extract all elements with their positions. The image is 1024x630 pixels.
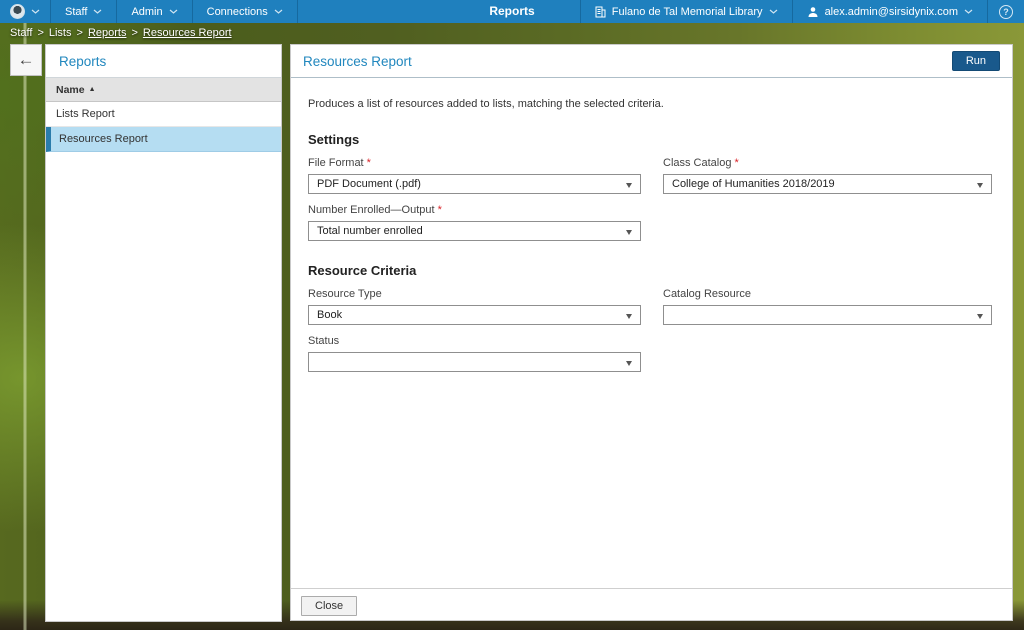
chevron-down-icon	[31, 9, 40, 14]
file-format-select[interactable]: PDF Document (.pdf)	[308, 174, 641, 194]
menu-staff[interactable]: Staff	[51, 0, 116, 23]
chevron-down-icon	[964, 9, 973, 14]
menu-admin-label: Admin	[131, 6, 162, 18]
settings-fields-row-2: Number Enrolled—Output* Total number enr…	[308, 194, 995, 241]
user-email: alex.admin@sirsidynix.com	[825, 6, 958, 18]
breadcrumb-item-staff[interactable]: Staff	[10, 27, 32, 39]
required-icon: *	[734, 157, 738, 169]
resource-criteria-fields-row-1: Resource Type Book Catalog Resource	[308, 278, 995, 325]
report-title: Resources Report	[303, 54, 412, 69]
dropdown-caret-icon	[977, 183, 983, 188]
chevron-down-icon	[169, 9, 178, 14]
breadcrumb-separator: >	[37, 27, 43, 39]
breadcrumb-item-reports[interactable]: Reports	[88, 27, 127, 39]
file-format-label: File Format*	[308, 157, 641, 169]
number-enrolled-output-select[interactable]: Total number enrolled	[308, 221, 641, 241]
status-label: Status	[308, 335, 641, 347]
status-field: Status	[308, 335, 641, 372]
sort-ascending-icon: ▲	[89, 86, 96, 93]
class-catalog-field: Class Catalog* College of Humanities 201…	[663, 157, 992, 194]
list-item-lists-report[interactable]: Lists Report	[46, 102, 281, 127]
breadcrumb-item-resources-report[interactable]: Resources Report	[143, 27, 232, 39]
chevron-down-icon	[93, 9, 102, 14]
help-icon: ?	[999, 5, 1013, 19]
resource-type-label: Resource Type	[308, 288, 641, 300]
breadcrumb-separator: >	[131, 27, 137, 39]
menu-admin[interactable]: Admin	[117, 0, 191, 23]
app-logo-menu[interactable]	[0, 0, 50, 23]
number-enrolled-output-value: Total number enrolled	[317, 225, 423, 237]
catalog-resource-select[interactable]	[663, 305, 992, 325]
report-description: Produces a list of resources added to li…	[308, 98, 995, 110]
file-format-field: File Format* PDF Document (.pdf)	[308, 157, 641, 194]
resource-type-value: Book	[317, 309, 342, 321]
resource-criteria-fields-row-2: Status	[308, 325, 995, 372]
breadcrumb: Staff > Lists > Reports > Resources Repo…	[0, 23, 1024, 43]
topbar-divider	[297, 0, 298, 23]
chevron-down-icon	[274, 9, 283, 14]
library-name: Fulano de Tal Memorial Library	[612, 6, 763, 18]
breadcrumb-separator: >	[77, 27, 83, 39]
name-column-label: Name	[56, 84, 85, 96]
dropdown-caret-icon	[626, 361, 632, 366]
close-button[interactable]: Close	[301, 596, 357, 616]
catalog-resource-field: Catalog Resource	[663, 288, 992, 325]
status-select[interactable]	[308, 352, 641, 372]
required-icon: *	[438, 204, 442, 216]
chevron-down-icon	[769, 9, 778, 14]
run-button[interactable]: Run	[952, 51, 1000, 71]
resource-type-select[interactable]: Book	[308, 305, 641, 325]
number-enrolled-output-label: Number Enrolled—Output*	[308, 204, 641, 216]
settings-section-title: Settings	[308, 132, 995, 147]
reports-list-panel: Reports Name ▲ Lists Report Resources Re…	[45, 44, 282, 622]
list-item-resources-report[interactable]: Resources Report	[46, 127, 281, 152]
resource-type-field: Resource Type Book	[308, 288, 641, 325]
app-logo-icon	[10, 4, 25, 19]
class-catalog-label: Class Catalog*	[663, 157, 992, 169]
back-button[interactable]: ←	[10, 44, 42, 76]
reports-list-title: Reports	[46, 45, 281, 78]
dropdown-caret-icon	[626, 183, 632, 188]
library-selector[interactable]: Fulano de Tal Memorial Library	[581, 0, 792, 23]
user-menu[interactable]: alex.admin@sirsidynix.com	[793, 0, 987, 23]
report-panel-footer: Close	[291, 588, 1012, 616]
resources-report-panel: Resources Report Run Produces a list of …	[290, 44, 1013, 621]
user-icon	[807, 6, 819, 18]
dropdown-caret-icon	[626, 230, 632, 235]
settings-fields-row-1: File Format* PDF Document (.pdf) Class C…	[308, 147, 995, 194]
number-enrolled-output-field: Number Enrolled—Output* Total number enr…	[308, 204, 641, 241]
top-app-bar: Staff Admin Connections Reports Fulano d…	[0, 0, 1024, 23]
name-column-header[interactable]: Name ▲	[46, 78, 281, 102]
menu-staff-label: Staff	[65, 6, 87, 18]
help-button[interactable]: ?	[988, 0, 1024, 23]
resource-criteria-section-title: Resource Criteria	[308, 263, 995, 278]
required-icon: *	[367, 157, 371, 169]
class-catalog-select[interactable]: College of Humanities 2018/2019	[663, 174, 992, 194]
dropdown-caret-icon	[977, 314, 983, 319]
back-arrow-icon: ←	[18, 50, 35, 70]
menu-connections[interactable]: Connections	[193, 0, 297, 23]
menu-connections-label: Connections	[207, 6, 268, 18]
breadcrumb-item-lists[interactable]: Lists	[49, 27, 72, 39]
dropdown-caret-icon	[626, 314, 632, 319]
file-format-value: PDF Document (.pdf)	[317, 178, 421, 190]
library-icon	[595, 6, 606, 18]
class-catalog-value: College of Humanities 2018/2019	[672, 178, 835, 190]
report-form-body: Produces a list of resources added to li…	[291, 98, 1012, 372]
catalog-resource-label: Catalog Resource	[663, 288, 992, 300]
page-title: Reports	[489, 0, 534, 23]
report-panel-header: Resources Report Run	[291, 45, 1012, 78]
